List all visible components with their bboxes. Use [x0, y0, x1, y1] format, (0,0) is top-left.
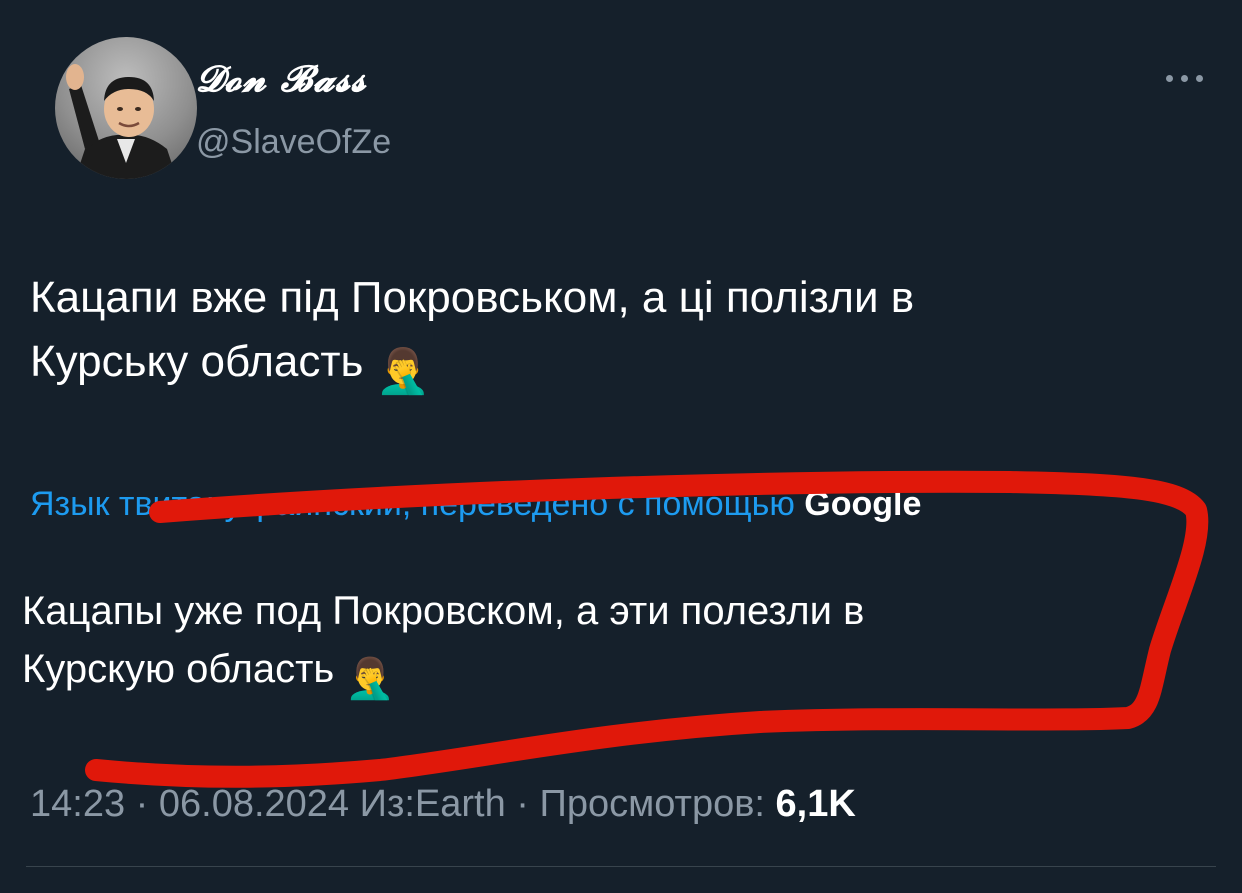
more-options-icon-dot [1195, 74, 1203, 82]
translation-brand: Google [804, 485, 922, 523]
views-count[interactable]: 6,1K [776, 783, 856, 825]
more-options-icon [1165, 74, 1173, 82]
meta-separator: · [125, 783, 159, 825]
translated-text-line-content: Курскую область [22, 647, 335, 691]
translation-notice[interactable]: Язык твита: украинский, переведено с пом… [30, 480, 1210, 528]
translation-notice-text[interactable]: Язык твита: украинский, переведено с пом… [30, 485, 804, 523]
tweet-meta: 14:23 · 06.08.2024 Из:Earth · Просмотров… [30, 778, 856, 830]
divider [26, 866, 1216, 867]
tweet-text-line: Кацапи вже під Покровськом, а ці полізли… [30, 273, 915, 322]
translated-text-line: Кацапы уже под Покровском, а эти полезли… [22, 589, 865, 633]
facepalm-emoji-icon: 🤦‍♂️ [345, 657, 396, 701]
avatar[interactable] [55, 37, 197, 179]
translated-text-line: Курскую область 🤦‍♂️ [22, 640, 1172, 708]
more-options-icon-dot [1180, 74, 1188, 82]
user-handle[interactable]: @SlaveOfZe [196, 120, 391, 164]
translated-text: Кацапы уже под Покровском, а эти полезли… [22, 582, 1172, 708]
meta-separator: · [505, 783, 540, 825]
tweet-source: Из:Earth [359, 783, 506, 825]
views-label: Просмотров: [539, 783, 776, 825]
tweet-date[interactable]: 06.08.2024 [159, 783, 349, 825]
tweet-text-line: Курську область 🤦‍♂️ [30, 330, 1200, 404]
avatar-photo-icon [66, 64, 177, 179]
display-name[interactable]: 𝓓𝓸𝓷 𝓑𝓪𝓼𝓼 [196, 57, 367, 101]
tweet-text: Кацапи вже під Покровськом, а ці полізли… [30, 266, 1200, 404]
tweet-time[interactable]: 14:23 [30, 783, 125, 825]
tweet-text-line-content: Курську область [30, 337, 364, 386]
facepalm-emoji-icon: 🤦‍♂️ [375, 347, 431, 396]
more-options-button[interactable] [1152, 56, 1216, 100]
